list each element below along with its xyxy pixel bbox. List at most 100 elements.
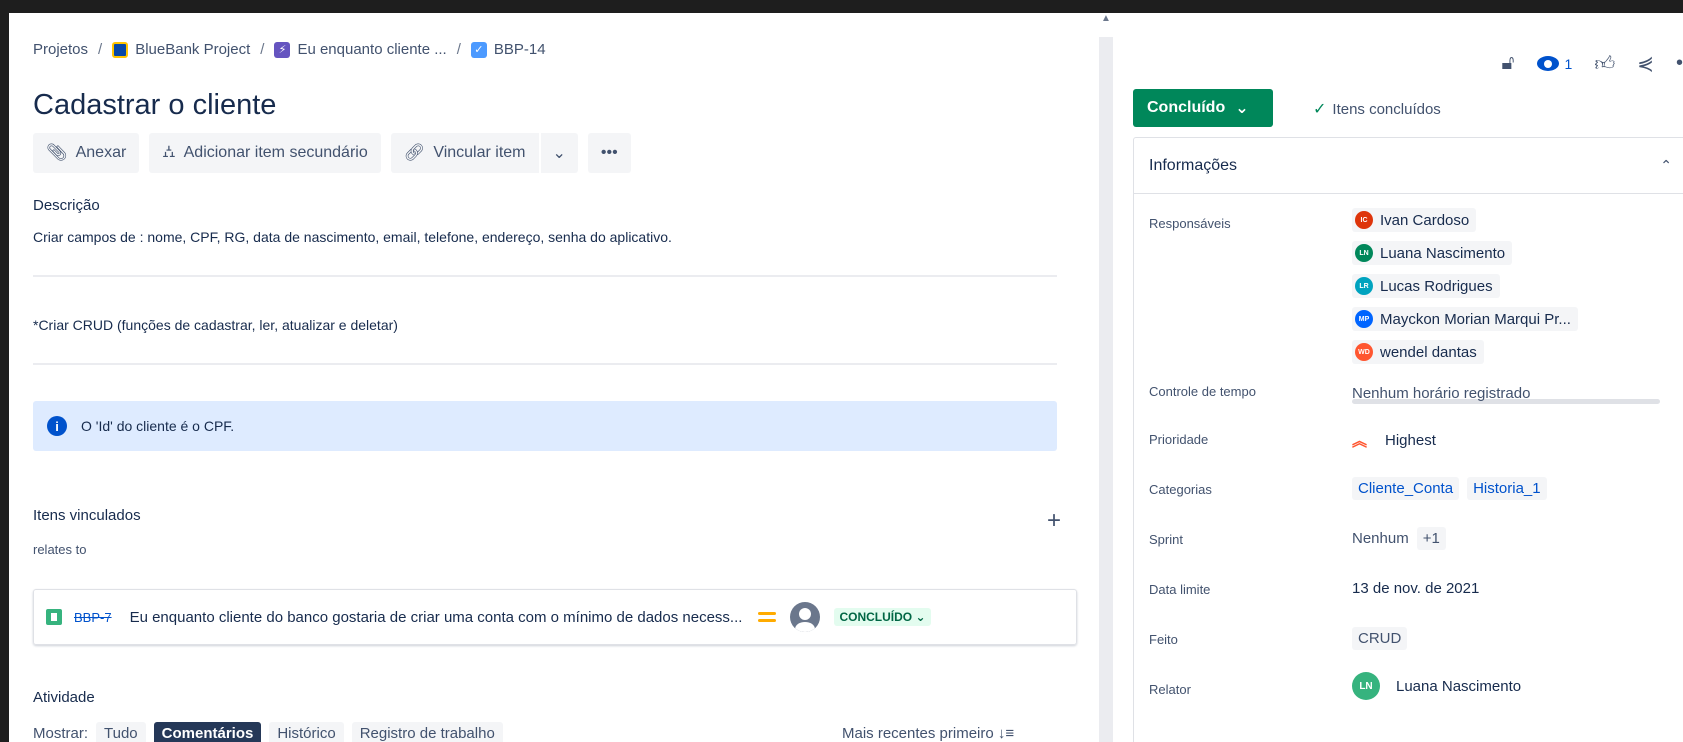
sort-order-toggle[interactable]: Mais recentes primeiro ↓≡ (842, 725, 1014, 742)
assignee-chip[interactable]: LR Lucas Rodrigues (1352, 274, 1500, 298)
priority-value: Highest (1385, 432, 1436, 449)
priority-label: Prioridade (1149, 432, 1209, 447)
details-panel: Informações ⌃ Responsáveis IC Ivan Cardo… (1133, 137, 1683, 742)
priority-field[interactable]: ︽ Highest (1352, 430, 1436, 451)
breadcrumb-project-label: BlueBank Project (135, 41, 251, 58)
add-child-button[interactable]: ⛼ Adicionar item secundário (149, 133, 381, 173)
epic-icon: ⚡ (274, 41, 291, 58)
scrollbar-track[interactable] (1099, 37, 1113, 742)
thumbs-up-icon[interactable]: 👍︎ (1594, 52, 1615, 76)
filter-comments[interactable]: Comentários (153, 722, 262, 742)
linked-items-heading: Itens vinculados (33, 507, 141, 524)
issue-title[interactable]: Cadastrar o cliente (33, 89, 276, 122)
resolution-note: ✓ Itens concluídos (1313, 99, 1441, 119)
project-icon (112, 41, 129, 58)
breadcrumb: Projetos / BlueBank Project / ⚡ Eu enqua… (33, 41, 546, 58)
description-line-2[interactable]: *Criar CRUD (funções de cadastrar, ler, … (33, 317, 398, 333)
breadcrumb-separator: / (456, 41, 461, 58)
assignee-chip[interactable]: IC Ivan Cardoso (1352, 208, 1477, 232)
add-child-label: Adicionar item secundário (183, 144, 368, 161)
filter-history[interactable]: Histórico (269, 722, 344, 742)
details-heading: Informações (1149, 156, 1238, 174)
issue-main-panel: Projetos / BlueBank Project / ⚡ Eu enqua… (9, 13, 1095, 742)
linked-issue-status[interactable]: CONCLUÍDO ⌄ (834, 608, 931, 626)
avatar: IC (1355, 211, 1373, 229)
breadcrumb-project[interactable]: BlueBank Project (112, 41, 250, 58)
watch-button[interactable]: 1 (1536, 56, 1572, 72)
paperclip-icon: 📎︎ (46, 143, 68, 162)
due-date-value[interactable]: 13 de nov. de 2021 (1352, 580, 1479, 597)
sprint-extra-badge[interactable]: +1 (1416, 527, 1446, 550)
sort-icon: ↓≡ (997, 725, 1015, 742)
avatar: LN (1352, 672, 1380, 700)
filter-all[interactable]: Tudo (96, 722, 146, 742)
scroll-up-arrow-icon[interactable]: ▲ (1100, 13, 1112, 24)
sort-order-label: Mais recentes primeiro (842, 725, 994, 742)
linked-issue-summary[interactable]: Eu enquanto cliente do banco gostaria de… (130, 609, 743, 626)
more-actions-icon[interactable]: • (1676, 52, 1683, 75)
link-icon: 🔗︎ (403, 143, 426, 162)
share-icon[interactable]: ⋞ (1637, 51, 1654, 76)
sprint-field[interactable]: Nenhum +1 (1352, 527, 1446, 550)
breadcrumb-issue[interactable]: ✓ BBP-14 (470, 41, 546, 58)
time-tracking-value[interactable]: Nenhum horário registrado (1352, 385, 1530, 402)
assignees-list: IC Ivan Cardoso LN Luana Nascimento LR L… (1352, 208, 1578, 364)
avatar: LR (1355, 277, 1373, 295)
filter-worklog[interactable]: Registro de trabalho (351, 722, 503, 742)
description-divider (33, 363, 1057, 365)
breadcrumb-projects[interactable]: Projetos (33, 41, 88, 58)
done-label: Feito (1149, 632, 1178, 647)
sprint-label: Sprint (1149, 532, 1183, 547)
more-actions-button[interactable]: ••• (587, 133, 631, 173)
unassigned-avatar-icon (790, 602, 821, 632)
breadcrumb-separator: / (98, 41, 103, 58)
status-dropdown-button[interactable]: Concluído ⌄ (1133, 89, 1273, 127)
priority-highest-icon: ︽ (1352, 433, 1368, 450)
done-tag[interactable]: CRUD (1352, 627, 1408, 650)
linked-issue-key[interactable]: BBP-7 (74, 610, 112, 625)
description-line-1[interactable]: Criar campos de : nome, CPF, RG, data de… (33, 229, 672, 245)
description-heading: Descrição (33, 197, 100, 214)
resolution-note-text: Itens concluídos (1332, 100, 1441, 118)
labels-label: Categorias (1149, 482, 1212, 497)
assignee-name: wendel dantas (1380, 343, 1477, 361)
breadcrumb-epic[interactable]: ⚡ Eu enquanto cliente ... (274, 41, 447, 58)
check-icon: ✓ (1313, 101, 1327, 118)
breadcrumb-issue-key: BBP-14 (493, 41, 546, 58)
label-tag[interactable]: Historia_1 (1467, 477, 1547, 500)
task-checkbox-icon: ✓ (470, 41, 487, 58)
assignee-chip[interactable]: WD wendel dantas (1352, 340, 1484, 364)
hierarchy-icon: ⛼ (162, 142, 176, 161)
more-icon: ••• (600, 144, 618, 161)
reporter-field[interactable]: LN Luana Nascimento (1352, 672, 1521, 700)
story-icon (46, 609, 62, 625)
assignee-name: Lucas Rodrigues (1380, 277, 1493, 295)
breadcrumb-separator: / (260, 41, 265, 58)
activity-heading: Atividade (33, 689, 95, 706)
chevron-up-icon[interactable]: ⌃ (1660, 157, 1672, 174)
issue-sidebar: 🔓︎ 1 👍︎ ⋞ • Concluído ⌄ ✓ Itens concluíd… (1117, 13, 1683, 742)
issue-actions: 🔓︎ 1 👍︎ ⋞ • (1502, 51, 1683, 76)
linked-issue-card[interactable]: BBP-7 Eu enquanto cliente do banco gosta… (33, 589, 1077, 645)
labels-field: Cliente_Conta Historia_1 (1352, 477, 1547, 500)
assignee-name: Ivan Cardoso (1380, 211, 1470, 229)
eye-icon (1536, 56, 1559, 71)
link-issue-button[interactable]: 🔗︎ Vincular item (390, 133, 539, 173)
add-link-plus-icon[interactable]: + (1047, 507, 1061, 535)
breadcrumb-epic-label: Eu enquanto cliente ... (297, 41, 447, 58)
attach-button[interactable]: 📎︎ Anexar (33, 133, 140, 173)
link-dropdown-button[interactable]: ⌄ (540, 133, 578, 173)
info-panel-text: O 'Id' do cliente é o CPF. (81, 418, 235, 434)
assignee-chip[interactable]: MP Mayckon Morian Marqui Pr... (1352, 307, 1578, 331)
info-icon: i (47, 416, 67, 436)
lock-icon[interactable]: 🔓︎ (1502, 52, 1515, 75)
link-issue-label: Vincular item (433, 144, 526, 161)
reporter-name: Luana Nascimento (1396, 677, 1522, 695)
assignee-chip[interactable]: LN Luana Nascimento (1352, 241, 1513, 265)
details-header[interactable]: Informações ⌃ (1134, 138, 1683, 194)
done-field: CRUD (1352, 627, 1408, 650)
label-tag[interactable]: Cliente_Conta (1352, 477, 1460, 500)
assignee-name: Mayckon Morian Marqui Pr... (1380, 310, 1571, 328)
avatar: MP (1355, 310, 1373, 328)
chevron-down-icon: ⌄ (552, 145, 566, 162)
